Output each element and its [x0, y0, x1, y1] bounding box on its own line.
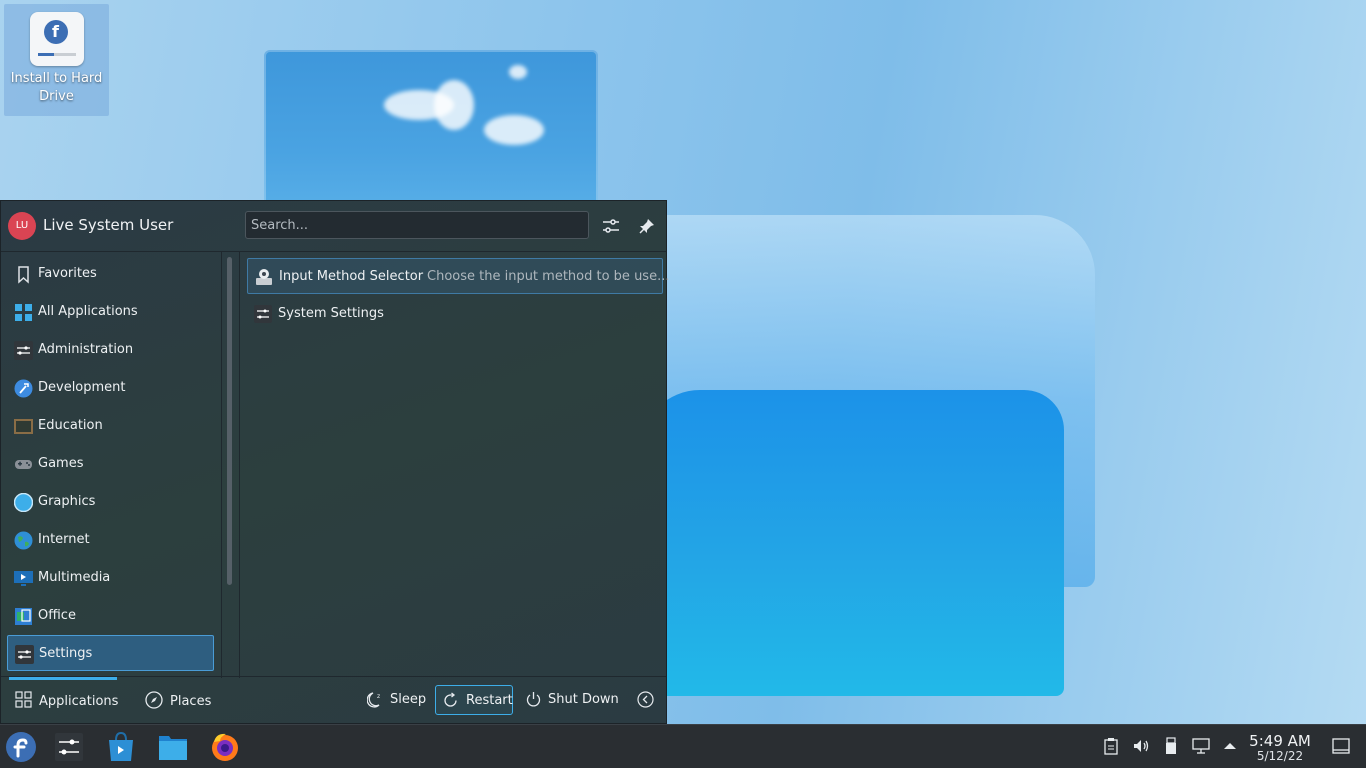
fedora-launcher-icon — [6, 732, 36, 762]
restart-button[interactable]: Restart — [435, 685, 513, 715]
usb-device-icon[interactable] — [1162, 737, 1180, 755]
leave-more-button[interactable] — [635, 685, 659, 715]
category-multimedia[interactable]: Multimedia — [7, 560, 214, 596]
hammer-icon — [14, 379, 33, 398]
monitor-icon — [14, 571, 33, 586]
grid-icon — [15, 304, 32, 321]
clipboard-icon[interactable] — [1102, 737, 1120, 755]
system-settings-icon — [55, 733, 83, 761]
category-label: Office — [38, 608, 76, 623]
chalkboard-icon — [14, 419, 33, 434]
sliders-icon — [14, 341, 33, 360]
category-label: Administration — [38, 342, 134, 357]
category-internet[interactable]: Internet — [7, 522, 214, 558]
volume-icon[interactable] — [1132, 737, 1150, 755]
category-label: Games — [38, 456, 84, 471]
network-icon[interactable] — [1192, 737, 1210, 755]
sleep-icon: z — [367, 692, 380, 708]
category-education[interactable]: Education — [7, 408, 214, 444]
restart-label: Restart — [466, 693, 513, 708]
wallpaper-glass-block — [264, 50, 598, 220]
category-label: Graphics — [38, 494, 96, 509]
user-name: Live System User — [43, 216, 174, 234]
taskbar-dolphin[interactable] — [156, 730, 190, 764]
restart-icon — [444, 692, 457, 707]
category-graphics[interactable]: Graphics — [7, 484, 214, 520]
application-launcher-button[interactable] — [4, 730, 38, 764]
app-item-label: Input Method Selector — [279, 269, 424, 284]
tab-places[interactable]: Places — [139, 677, 219, 721]
application-list: Input Method Selector Choose the input m… — [239, 252, 669, 678]
system-settings-icon — [254, 305, 272, 323]
category-administration[interactable]: Administration — [7, 332, 214, 368]
fedora-installer-icon: f — [29, 12, 84, 66]
category-label: Internet — [38, 532, 90, 547]
category-list: Favorites All Applications Administratio… — [1, 252, 222, 678]
desktop-icon-label: Install to Hard Drive — [10, 71, 103, 104]
sliders-icon — [603, 219, 619, 233]
graphics-icon — [14, 493, 33, 512]
app-item-description: Choose the input method to be use... — [427, 269, 670, 284]
category-label: All Applications — [38, 304, 138, 319]
show-desktop-icon — [1332, 738, 1350, 754]
show-desktop-button[interactable] — [1331, 736, 1350, 754]
compass-icon — [145, 691, 163, 709]
globe-icon — [14, 531, 33, 550]
install-to-hard-drive-desktop-icon[interactable]: f Install to Hard Drive — [4, 4, 109, 116]
show-hidden-icons-chevron-up-icon[interactable] — [1221, 737, 1239, 755]
tab-applications[interactable]: Applications — [9, 677, 119, 724]
configure-launcher-button[interactable] — [598, 213, 624, 239]
category-label: Education — [38, 418, 103, 433]
taskbar-firefox[interactable] — [208, 730, 242, 764]
app-item-label: System Settings — [278, 306, 384, 321]
pin-button[interactable] — [634, 213, 660, 239]
category-scrollbar[interactable] — [227, 257, 232, 585]
app-item-system-settings[interactable]: System Settings — [247, 296, 663, 332]
bookmark-icon — [18, 266, 29, 284]
shutdown-button[interactable]: Shut Down — [520, 685, 620, 715]
tab-applications-label: Applications — [39, 694, 119, 709]
launcher-header: LU Live System User — [1, 201, 666, 252]
clock-date[interactable]: 5/12/22 — [1240, 749, 1320, 763]
office-icon — [15, 608, 32, 625]
application-launcher: LU Live System User Favorites All Applic… — [0, 200, 669, 724]
category-settings[interactable]: Settings — [7, 635, 214, 671]
input-method-icon — [256, 269, 272, 285]
chevron-left-icon — [637, 691, 654, 708]
clock-time[interactable]: 5:49 AM — [1240, 732, 1320, 750]
category-favorites[interactable]: Favorites — [7, 256, 214, 292]
pin-icon — [639, 219, 654, 234]
wallpaper-water-block — [640, 390, 1064, 696]
category-office[interactable]: Office — [7, 598, 214, 634]
search-input[interactable] — [245, 211, 589, 239]
sleep-button[interactable]: z Sleep — [361, 685, 427, 715]
sliders-icon — [15, 645, 34, 664]
grid-icon — [15, 691, 32, 708]
category-label: Multimedia — [38, 570, 111, 585]
taskbar: 5:49 AM 5/12/22 — [0, 724, 1366, 768]
category-games[interactable]: Games — [7, 446, 214, 482]
launcher-footer: Applications Places z Sleep Restart Shut… — [1, 676, 666, 723]
svg-text:z: z — [377, 693, 380, 700]
discover-icon — [109, 731, 133, 761]
category-label: Settings — [39, 646, 93, 661]
tab-places-label: Places — [170, 694, 212, 709]
firefox-icon — [212, 733, 238, 761]
category-label: Favorites — [38, 266, 97, 281]
power-icon — [526, 692, 541, 707]
shutdown-label: Shut Down — [548, 692, 619, 707]
sleep-label: Sleep — [390, 692, 427, 707]
category-development[interactable]: Development — [7, 370, 214, 406]
taskbar-system-settings[interactable] — [52, 730, 86, 764]
dolphin-icon — [159, 736, 187, 760]
category-label: Development — [38, 380, 126, 395]
category-all-applications[interactable]: All Applications — [7, 294, 214, 330]
taskbar-discover[interactable] — [104, 730, 138, 764]
app-item-input-method-selector[interactable]: Input Method Selector Choose the input m… — [247, 258, 669, 294]
gamepad-icon — [15, 460, 32, 469]
avatar[interactable]: LU — [8, 212, 36, 240]
